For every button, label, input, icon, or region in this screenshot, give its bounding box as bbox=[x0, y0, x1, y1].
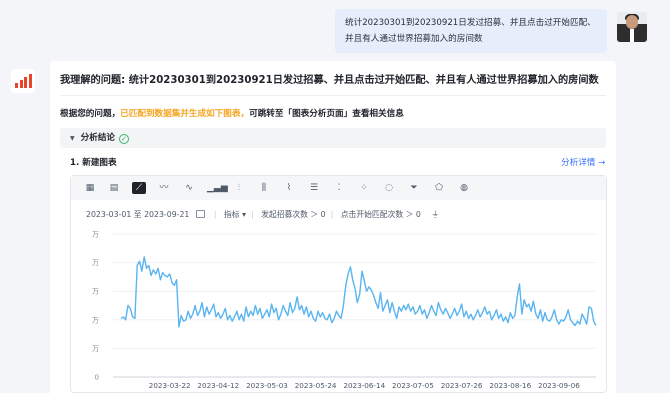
user-message-bubble: 统计20230301到20230921日发过招募、并且点击过开始匹配、 并且有人… bbox=[335, 9, 607, 53]
y-tick-label: 0 bbox=[95, 374, 99, 382]
caret-down-icon: ▼ bbox=[70, 135, 75, 142]
x-tick-label: 2023-05-24 bbox=[295, 381, 337, 390]
x-tick-label: 2023-06-14 bbox=[343, 381, 385, 390]
check-circle-icon: ✓ bbox=[119, 134, 130, 144]
stacked-bar-icon[interactable]: ⫶ bbox=[232, 182, 246, 194]
grouped-bar-icon[interactable]: ⫼ bbox=[257, 182, 271, 194]
answer-hint: 根据您的问题，已匹配到数据集并生成如下图表，可跳转至「图表分析页面」查看相关信息 bbox=[60, 107, 404, 119]
map-icon[interactable]: ◍ bbox=[457, 182, 471, 194]
horizontal-bar-icon[interactable]: ☰ bbox=[307, 182, 321, 194]
x-tick-label: 2023-07-26 bbox=[441, 381, 483, 390]
donut-icon[interactable]: ◌ bbox=[382, 182, 396, 194]
combo-chart-icon[interactable]: ⌇ bbox=[282, 182, 296, 194]
funnel-icon[interactable]: ⏷ bbox=[407, 182, 421, 194]
table-icon[interactable]: ▦ bbox=[83, 182, 97, 194]
x-tick-label: 2023-07-05 bbox=[392, 381, 434, 390]
user-message-line: 并且有人通过世界招募加入的房间数 bbox=[345, 34, 483, 44]
bar-chart-icon[interactable]: ▁▃▅ bbox=[207, 182, 228, 194]
assistant-logo-icon bbox=[11, 69, 35, 93]
question-understanding-title: 我理解的问题: 统计20230301到20230921日发过招募、并且点击过开始… bbox=[60, 75, 599, 86]
y-tick-label: 万 bbox=[92, 288, 99, 296]
scatter-icon[interactable]: ⁚ bbox=[332, 182, 346, 194]
calendar-icon[interactable] bbox=[195, 210, 205, 218]
x-tick-label: 2023-04-12 bbox=[197, 381, 239, 390]
filter-condition-1[interactable]: 发起招募次数 ＞ 0 bbox=[261, 210, 326, 219]
bubble-icon[interactable]: ⁘ bbox=[357, 182, 371, 194]
area-chart-icon[interactable]: 〰 bbox=[157, 182, 171, 194]
x-tick-label: 2023-09-06 bbox=[538, 381, 580, 390]
date-start[interactable]: 2023-03-01 bbox=[86, 210, 131, 219]
section-title: 1. 新建图表 bbox=[70, 158, 117, 168]
x-tick-label: 2023-08-16 bbox=[489, 381, 531, 390]
stacked-area-icon[interactable]: ∿ bbox=[182, 182, 196, 194]
x-tick-label: 2023-05-03 bbox=[246, 381, 288, 390]
y-tick-label: 万 bbox=[92, 345, 99, 353]
y-tick-label: 万 bbox=[92, 316, 99, 324]
date-end[interactable]: 2023-09-21 bbox=[144, 210, 189, 219]
date-to-label: 至 bbox=[133, 210, 142, 219]
line-chart: 万万万万万0 2023-03-22 2023-04-12 2023-05-03 202… bbox=[92, 231, 597, 390]
hint-prefix: 根据您的问题， bbox=[60, 109, 121, 119]
filter-icon[interactable]: ⏚ bbox=[431, 210, 439, 219]
y-tick-label: 万 bbox=[92, 259, 99, 267]
analysis-detail-link[interactable]: 分析详情 → bbox=[561, 156, 605, 168]
user-avatar bbox=[617, 12, 647, 42]
filter-condition-2[interactable]: 点击开始匹配次数 ＞ 0 bbox=[341, 210, 421, 219]
divider bbox=[60, 95, 606, 96]
radar-icon[interactable]: ⬠ bbox=[432, 182, 446, 194]
line-chart-icon[interactable]: ⟋ bbox=[132, 182, 146, 194]
filter-bar: 2023-03-01 至 2023-09-21 | 指标 ▾ | 发起招募次数 ＞… bbox=[86, 210, 440, 219]
series-line bbox=[120, 256, 597, 328]
panel-title: 分析结论 bbox=[80, 133, 116, 143]
hint-highlight: 已匹配到数据集并生成如下图表， bbox=[120, 109, 250, 119]
y-tick-label: 万 bbox=[92, 231, 99, 239]
x-tick-label: 2023-03-22 bbox=[149, 381, 191, 390]
analysis-conclusion-header[interactable]: ▼ 分析结论 ✓ bbox=[60, 128, 606, 148]
chevron-down-icon[interactable]: ▾ bbox=[242, 210, 246, 219]
pivot-icon[interactable]: ▤ bbox=[107, 182, 121, 194]
user-message-line: 统计20230301到20230921日发过招募、并且点击过开始匹配、 bbox=[345, 18, 596, 28]
metric-selector[interactable]: 指标 bbox=[224, 210, 240, 219]
hint-suffix: 可跳转至「图表分析页面」查看相关信息 bbox=[249, 109, 404, 119]
chart-type-toolbar: ▦ ▤ ⟋ 〰 ∿ ▁▃▅ ⫶ ⫼ ⌇ ☰ ⁚ ⁘ ◌ ⏷ ⬠ ◍ bbox=[71, 176, 606, 200]
